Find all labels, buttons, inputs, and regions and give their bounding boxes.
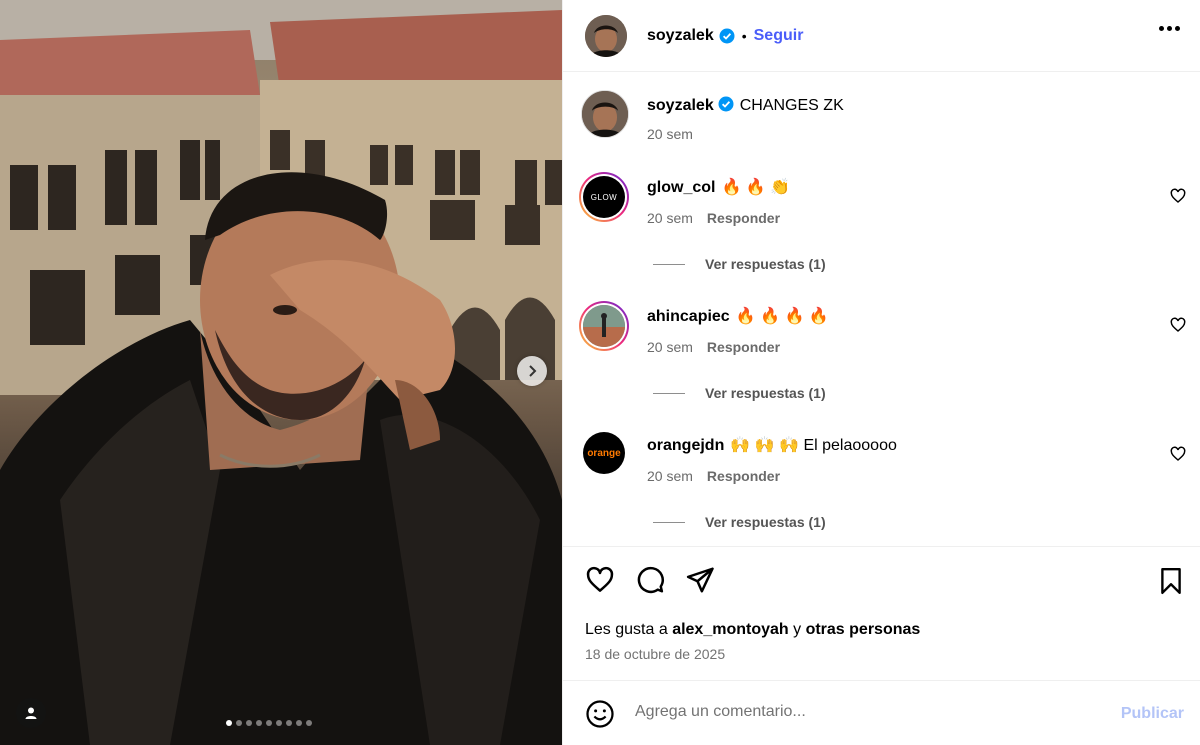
comment-text: orangejdn 🙌 🙌 🙌 El pelaooooo xyxy=(647,436,897,456)
caption-meta: 20 sem xyxy=(647,126,693,142)
comment-time[interactable]: 20 sem xyxy=(647,468,693,484)
comment-username[interactable]: glow_col xyxy=(647,179,715,196)
bookmark-icon xyxy=(1161,567,1181,595)
header-separator: • xyxy=(741,27,747,44)
likes-user[interactable]: alex_montoyah xyxy=(672,621,788,638)
comment-body: 🙌 🙌 🙌 El pelaooooo xyxy=(730,437,897,454)
carousel-dot xyxy=(296,720,302,726)
comment-avatar[interactable]: orange xyxy=(583,432,625,474)
comment-meta: 20 sem Responder xyxy=(647,468,780,484)
avatar-logo-text: GLOW xyxy=(590,192,618,202)
author-avatar[interactable] xyxy=(585,14,627,57)
like-comment-heart-icon[interactable] xyxy=(1170,317,1186,333)
paper-plane-icon xyxy=(686,567,714,593)
carousel-dot xyxy=(286,720,292,726)
carousel-indicators xyxy=(226,720,312,726)
author-avatar[interactable] xyxy=(581,90,629,138)
caption-body: CHANGES ZK xyxy=(739,97,844,114)
comment-item: orange orangejdn 🙌 🙌 🙌 El pelaooooo 20 se… xyxy=(579,430,1186,540)
post-date[interactable]: 18 de octubre de 2025 xyxy=(585,646,725,662)
carousel-next-button[interactable] xyxy=(517,356,547,386)
verified-badge-icon xyxy=(718,96,734,112)
comment-avatar: GLOW xyxy=(583,176,625,218)
comment-item: ahincapiec 🔥 🔥 🔥 🔥 20 sem Responder Ver re… xyxy=(579,301,1186,411)
story-ring[interactable]: GLOW xyxy=(579,172,629,222)
view-replies-button[interactable]: Ver respuestas (1) xyxy=(653,385,826,401)
post-header: soyzalek • Seguir xyxy=(563,0,1200,72)
avatar-logo-text: orange xyxy=(587,447,621,459)
likes-prefix: Les gusta a xyxy=(585,621,668,638)
comment-text: glow_col 🔥 🔥 👏 xyxy=(647,178,790,198)
like-comment-heart-icon[interactable] xyxy=(1170,446,1186,462)
view-replies-label: Ver respuestas (1) xyxy=(705,385,826,401)
publish-button[interactable]: Publicar xyxy=(1121,705,1184,723)
post-image xyxy=(0,0,562,745)
carousel-dot xyxy=(246,720,252,726)
more-options-button[interactable] xyxy=(1159,26,1180,31)
caption-time[interactable]: 20 sem xyxy=(647,126,693,142)
post-photo[interactable] xyxy=(0,0,562,745)
post-details-panel: soyzalek • Seguir soyzalek CHANGES ZK 20 … xyxy=(562,0,1200,745)
view-replies-label: Ver respuestas (1) xyxy=(705,256,826,272)
more-dot xyxy=(1159,26,1164,31)
carousel-dot xyxy=(276,720,282,726)
likes-conj: y xyxy=(793,621,802,638)
comment-body: 🔥 🔥 👏 xyxy=(721,179,791,196)
comments-list[interactable]: soyzalek CHANGES ZK 20 sem GLOW glow_col 🔥… xyxy=(563,73,1200,546)
heart-icon xyxy=(586,566,614,592)
likes-summary: Les gusta a alex_montoyah y otras person… xyxy=(585,621,920,639)
caption-row: soyzalek CHANGES ZK 20 sem xyxy=(579,90,1186,150)
comment-time[interactable]: 20 sem xyxy=(647,339,693,355)
comment-username[interactable]: ahincapiec xyxy=(647,308,730,325)
post-actions: Les gusta a alex_montoyah y otras person… xyxy=(563,546,1200,680)
comment-username[interactable]: orangejdn xyxy=(647,437,724,454)
more-dot xyxy=(1175,26,1180,31)
reply-button[interactable]: Responder xyxy=(707,210,780,226)
comment-body: 🔥 🔥 🔥 🔥 xyxy=(735,308,829,325)
emoji-icon[interactable] xyxy=(585,699,615,729)
caption-username[interactable]: soyzalek xyxy=(647,97,714,114)
carousel-dot xyxy=(226,720,232,726)
reply-button[interactable]: Responder xyxy=(707,339,780,355)
user-icon xyxy=(25,707,37,719)
share-button[interactable] xyxy=(685,565,715,600)
comment-bubble-icon xyxy=(637,566,664,594)
comment-time[interactable]: 20 sem xyxy=(647,210,693,226)
carousel-dot xyxy=(236,720,242,726)
like-button[interactable] xyxy=(585,565,615,600)
likes-others[interactable]: otras personas xyxy=(806,621,921,638)
comment-meta: 20 sem Responder xyxy=(647,339,780,355)
story-ring[interactable] xyxy=(579,301,629,351)
chevron-right-icon xyxy=(529,365,537,377)
view-replies-label: Ver respuestas (1) xyxy=(705,514,826,530)
caption-text: soyzalek CHANGES ZK xyxy=(647,96,844,116)
author-username[interactable]: soyzalek xyxy=(647,27,714,45)
reply-button[interactable]: Responder xyxy=(707,468,780,484)
carousel-dot xyxy=(256,720,262,726)
carousel-dot xyxy=(266,720,272,726)
view-replies-button[interactable]: Ver respuestas (1) xyxy=(653,514,826,530)
comment-text: ahincapiec 🔥 🔥 🔥 🔥 xyxy=(647,307,829,327)
comment-item: GLOW glow_col 🔥 🔥 👏 20 sem Responder Ver r… xyxy=(579,172,1186,282)
verified-badge-icon xyxy=(719,28,735,43)
carousel-dot xyxy=(306,720,312,726)
like-comment-heart-icon[interactable] xyxy=(1170,188,1186,204)
follow-button[interactable]: Seguir xyxy=(754,27,804,45)
comment-meta: 20 sem Responder xyxy=(647,210,780,226)
tagged-users-button[interactable] xyxy=(16,698,46,728)
more-dot xyxy=(1167,26,1172,31)
save-button[interactable] xyxy=(1158,567,1184,600)
comment-avatar xyxy=(583,305,625,347)
view-replies-button[interactable]: Ver respuestas (1) xyxy=(653,256,826,272)
comment-input[interactable] xyxy=(635,703,1075,721)
comment-composer: Publicar xyxy=(563,680,1200,745)
comment-button[interactable] xyxy=(635,565,665,600)
